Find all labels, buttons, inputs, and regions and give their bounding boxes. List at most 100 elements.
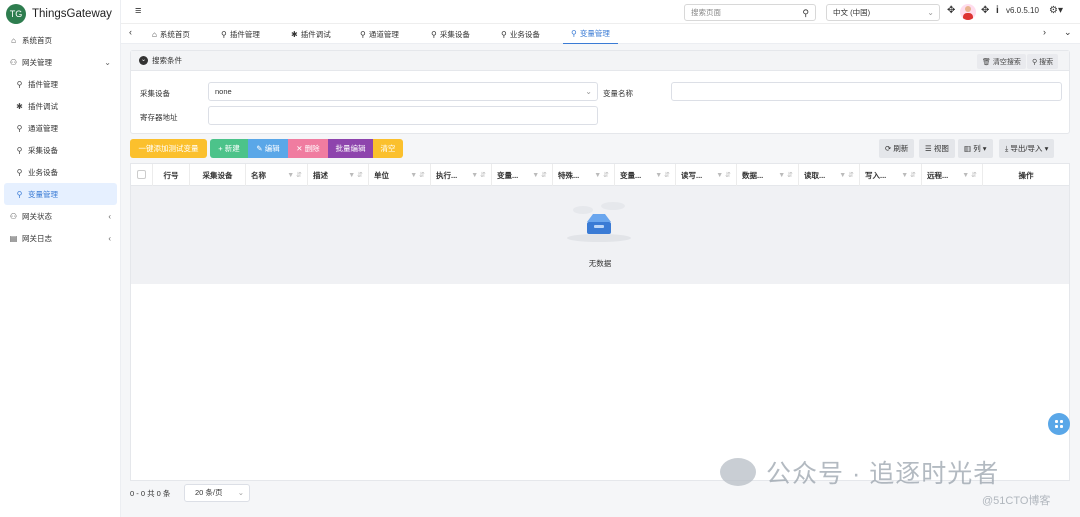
empty-box-icon — [567, 202, 631, 242]
collect-device-icon: ⚲ — [431, 29, 437, 39]
delete-button[interactable]: ✕ 删除 — [288, 139, 328, 158]
tab-list-dropdown-icon[interactable]: ⌄ — [1064, 27, 1072, 38]
new-button[interactable]: + 新建 — [210, 139, 248, 158]
add-test-variables-button[interactable]: 一键添加测试变量 — [130, 139, 207, 158]
column-header[interactable]: 写入... ▼ ⇵ — [860, 164, 922, 186]
column-header[interactable]: 名称 ▼ ⇵ — [246, 164, 308, 186]
sidebar-item-gateway-status[interactable]: ⚇ 网关状态 ‹ — [0, 205, 121, 227]
sidebar-item-home[interactable]: ⌂ 系统首页 — [0, 29, 121, 51]
move-icon[interactable]: ✥ — [947, 5, 955, 16]
page-size-value: 20 条/页 — [195, 488, 223, 497]
search-label: 搜索 — [1039, 58, 1054, 66]
tab-collect-device[interactable]: ⚲ 采集设备 — [431, 24, 470, 44]
sidebar-item-plugin-debug[interactable]: ✱ 插件调试 — [0, 95, 121, 117]
variable-icon: ⚲ — [571, 29, 577, 38]
sidebar-item-gateway-log[interactable]: ▤ 网关日志 ‹ — [0, 227, 121, 249]
variable-table: 行号 采集设备 名称 ▼ ⇵ 描述 ▼ ⇵ 单位 ▼ ⇵ 执行... ▼ ⇵ 变量...… — [130, 163, 1070, 481]
sidebar-item-variable-management[interactable]: ⚲ 变量管理 — [4, 183, 117, 205]
column-label: 名称 — [251, 170, 266, 180]
filter-sort-icon[interactable]: ▼ ⇵ — [532, 171, 547, 179]
variable-name-input[interactable] — [671, 82, 1062, 101]
avatar[interactable] — [960, 4, 976, 20]
filter-sort-icon[interactable]: ▼ ⇵ — [594, 171, 609, 179]
column-header[interactable]: 特殊... ▼ ⇵ — [553, 164, 615, 186]
batch-edit-button[interactable]: 批量编辑 — [328, 139, 373, 158]
tab-label: 通道管理 — [368, 29, 399, 39]
sidebar-item-plugin-management[interactable]: ⚲ 插件管理 — [0, 73, 121, 95]
collect-device-select[interactable]: none ⌄ — [208, 82, 598, 101]
tab-home[interactable]: ⌂ 系统首页 — [152, 24, 190, 44]
column-header[interactable]: 行号 — [153, 164, 190, 186]
gear-icon[interactable]: ⚙▾ — [1049, 5, 1063, 16]
clear-button[interactable]: 清空 — [373, 139, 403, 158]
filter-sort-icon[interactable]: ▼ ⇵ — [716, 171, 731, 179]
info-icon[interactable]: i — [996, 5, 999, 16]
filter-sort-icon[interactable]: ▼ ⇵ — [287, 171, 302, 179]
grid-icon — [1054, 419, 1064, 429]
column-header[interactable]: 远程... ▼ ⇵ — [922, 164, 983, 186]
column-header[interactable]: 采集设备 — [190, 164, 246, 186]
search-button[interactable]: ⚲ 搜索 — [1027, 54, 1059, 69]
tab-scroll-left-icon[interactable]: ‹ — [129, 27, 132, 37]
tab-business-device[interactable]: ⚲ 业务设备 — [501, 24, 540, 44]
column-header: 操作 — [983, 164, 1069, 186]
column-header[interactable]: 执行... ▼ ⇵ — [431, 164, 492, 186]
tab-plugin-management[interactable]: ⚲ 插件管理 — [221, 24, 260, 44]
fullscreen-icon[interactable]: ✥ — [981, 5, 989, 16]
select-all-checkbox[interactable] — [137, 170, 146, 179]
search-icon[interactable]: ⚲ — [802, 6, 809, 21]
sidebar-item-gateway-management[interactable]: ⚇ 网关管理 ⌄ — [0, 51, 121, 73]
tab-label: 变量管理 — [579, 29, 610, 38]
page-size-select[interactable]: 20 条/页 ⌄ — [184, 484, 250, 502]
tab-plugin-debug[interactable]: ✱ 插件调试 — [291, 24, 331, 44]
search-panel-header[interactable]: ⌄ 搜索条件 🗑︎ 清空搜索 ⚲ 搜索 — [131, 51, 1069, 71]
filter-sort-icon[interactable]: ▼ ⇵ — [410, 171, 425, 179]
sidebar-item-label: 通道管理 — [28, 123, 58, 133]
tab-scroll-right-icon[interactable]: › — [1043, 27, 1046, 37]
column-header[interactable]: 变量... ▼ ⇵ — [615, 164, 676, 186]
language-select[interactable]: 中文 (中国) ⌄ — [826, 4, 940, 21]
export-import-button[interactable]: ⤓ 导出/导入 ▾ — [999, 139, 1055, 158]
filter-sort-icon[interactable]: ▼ ⇵ — [655, 171, 670, 179]
filter-sort-icon[interactable]: ▼ ⇵ — [962, 171, 977, 179]
home-icon: ⌂ — [11, 35, 16, 45]
floating-grid-button[interactable] — [1048, 413, 1070, 435]
edit-button[interactable]: ✎ 编辑 — [248, 139, 288, 158]
column-header[interactable]: 读取... ▼ ⇵ — [799, 164, 860, 186]
refresh-button[interactable]: ⟳ 刷新 — [879, 139, 915, 158]
column-header[interactable]: 单位 ▼ ⇵ — [369, 164, 431, 186]
sidebar-item-label: 系统首页 — [22, 35, 52, 45]
filter-sort-icon[interactable]: ▼ ⇵ — [471, 171, 486, 179]
filter-sort-icon[interactable]: ▼ ⇵ — [348, 171, 363, 179]
sidebar: TG ThingsGateway ⌂ 系统首页 ⚇ 网关管理 ⌄ ⚲ 插件管理 ✱ 插件调… — [0, 0, 121, 517]
tab-channel-management[interactable]: ⚲ 通道管理 — [360, 24, 399, 44]
filter-sort-icon[interactable]: ▼ ⇵ — [778, 171, 793, 179]
collect-device-label: 采集设备 — [140, 89, 170, 98]
column-label: 数据... — [742, 170, 764, 180]
sidebar-item-channel-management[interactable]: ⚲ 通道管理 — [0, 117, 121, 139]
home-icon: ⌂ — [152, 29, 157, 39]
sidebar-item-collect-device[interactable]: ⚲ 采集设备 — [0, 139, 121, 161]
column-header[interactable]: 读写... ▼ ⇵ — [676, 164, 737, 186]
tab-label: 插件管理 — [229, 29, 260, 39]
menu-toggle-icon[interactable]: ≡ — [135, 5, 141, 17]
column-header[interactable]: 数据... ▼ ⇵ — [737, 164, 799, 186]
sidebar-item-business-device[interactable]: ⚲ 业务设备 — [0, 161, 121, 183]
filter-sort-icon[interactable]: ▼ ⇵ — [901, 171, 916, 179]
sidebar-item-label: 插件调试 — [28, 101, 58, 111]
column-header[interactable]: 变量... ▼ ⇵ — [492, 164, 553, 186]
view-button[interactable]: ☰ 视图 — [919, 139, 955, 158]
top-bar: ≡ 搜索页面 ⚲ 中文 (中国) ⌄ ✥ ✥ i v6.0.5.10 ⚙▾ — [121, 0, 1080, 24]
columns-button[interactable]: ▥ 列 ▾ — [958, 139, 993, 158]
register-address-input[interactable] — [208, 106, 598, 125]
channel-icon: ⚲ — [16, 123, 23, 133]
sidebar-item-label: 网关日志 — [22, 233, 52, 243]
app-logo[interactable]: TG ThingsGateway — [0, 2, 112, 26]
filter-sort-icon[interactable]: ▼ ⇵ — [839, 171, 854, 179]
tab-variable-management[interactable]: ⚲ 变量管理 — [563, 24, 618, 44]
column-header[interactable]: 描述 ▼ ⇵ — [308, 164, 369, 186]
clear-search-button[interactable]: 🗑︎ 清空搜索 — [977, 54, 1026, 69]
page-search-input[interactable]: 搜索页面 ⚲ — [684, 4, 816, 21]
view-label: 视图 — [933, 144, 949, 153]
sidebar-item-label: 变量管理 — [28, 189, 58, 199]
